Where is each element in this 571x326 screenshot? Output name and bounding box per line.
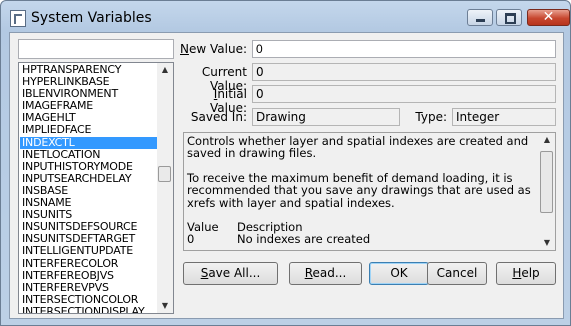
ok-button[interactable]: OK — [369, 262, 429, 285]
minimize-icon — [476, 19, 485, 22]
variable-list-item[interactable]: IMAGEHLT — [20, 112, 158, 124]
type-label: Type: — [415, 110, 447, 124]
type-field: Integer — [452, 108, 556, 126]
scroll-down-icon[interactable]: ▼ — [539, 236, 555, 250]
save-all-button[interactable]: Save All... — [183, 262, 278, 285]
variable-list-items: HPTRANSPARENCY HYPERLINKBASE IBLENVIRONMEN… — [20, 64, 158, 313]
variable-list-scrollbar[interactable]: ▲ ▼ — [157, 63, 173, 313]
close-icon: ✕ — [542, 9, 555, 25]
variable-list-item[interactable]: INTERFERECOLOR — [20, 258, 158, 270]
maximize-button[interactable] — [496, 9, 522, 26]
close-button[interactable]: ✕ — [527, 9, 570, 26]
variable-list-item[interactable]: HYPERLINKBASE — [20, 76, 158, 88]
system-variables-dialog: System Variables ✕ HPTRANSPARENCY HYPERLI… — [0, 0, 571, 326]
new-value-label: New Value: — [180, 42, 247, 56]
variable-list-item[interactable]: INSBASE — [20, 185, 158, 197]
variable-search-input[interactable] — [18, 39, 174, 59]
variable-list-item[interactable]: INTERFEREVPVS — [20, 282, 158, 294]
variable-list-item[interactable]: INPUTSEARCHDELAY — [20, 173, 158, 185]
variable-list-item[interactable]: INPUTHISTORYMODE — [20, 161, 158, 173]
variable-list-item[interactable]: IBLENVIRONMENT — [20, 88, 158, 100]
app-icon — [10, 10, 26, 27]
description-paragraph: Controls whether layer and spatial index… — [187, 134, 529, 161]
window-title: System Variables — [31, 10, 152, 26]
description-scrollbar[interactable]: ▲ ▼ — [539, 133, 555, 250]
variable-list-item[interactable]: HPTRANSPARENCY — [20, 64, 158, 76]
variable-list-item[interactable]: INTERFEREOBJVS — [20, 270, 158, 282]
variable-list-item[interactable]: INTERSECTIONCOLOR — [20, 294, 158, 306]
maximize-icon — [505, 13, 516, 24]
value-table: Value Description 0 No indexes are creat… — [187, 221, 370, 247]
saved-in-field: Drawing — [252, 108, 400, 126]
initial-value-field: 0 — [252, 85, 556, 103]
new-value-input[interactable] — [252, 40, 556, 58]
description-box: Controls whether layer and spatial index… — [183, 132, 556, 251]
variable-list-item[interactable]: INTERSECTIONDISPLAY — [20, 306, 158, 313]
dialog-body: HPTRANSPARENCY HYPERLINKBASE IBLENVIRONMEN… — [9, 32, 564, 319]
help-button[interactable]: Help — [496, 262, 556, 285]
saved-in-label: Saved In: — [190, 110, 247, 124]
variable-list[interactable]: HPTRANSPARENCY HYPERLINKBASE IBLENVIRONMEN… — [18, 62, 174, 314]
variable-list-item[interactable]: IMAGEFRAME — [20, 100, 158, 112]
value-cell: 0 — [187, 232, 195, 247]
variable-list-item[interactable]: INSUNITS — [20, 209, 158, 221]
description-text: Controls whether layer and spatial index… — [187, 135, 537, 221]
title-bar[interactable]: System Variables ✕ — [1, 1, 570, 33]
scroll-thumb[interactable] — [158, 166, 171, 182]
scroll-up-icon[interactable]: ▲ — [539, 133, 555, 147]
variable-list-item[interactable]: INSNAME — [20, 197, 158, 209]
description-paragraph: To receive the maximum benefit of demand… — [187, 170, 531, 210]
description-cell: No indexes are created — [237, 232, 371, 247]
variable-list-item[interactable]: INSUNITSDEFSOURCE — [20, 221, 158, 233]
variable-list-item[interactable]: IMPLIEDFACE — [20, 124, 158, 136]
cancel-button[interactable]: Cancel — [427, 262, 487, 285]
scroll-thumb[interactable] — [540, 151, 553, 213]
variable-list-item[interactable]: INETLOCATION — [20, 149, 158, 161]
variable-list-item[interactable]: INSUNITSDEFTARGET — [20, 233, 158, 245]
variable-list-item[interactable]: INDEXCTL — [20, 136, 158, 149]
minimize-button[interactable] — [467, 9, 493, 26]
variable-list-item[interactable]: INTELLIGENTUPDATE — [20, 245, 158, 257]
scroll-down-icon[interactable]: ▼ — [157, 299, 173, 313]
value-table-row: 0 No indexes are created — [187, 232, 370, 247]
read-button[interactable]: Read... — [289, 262, 362, 285]
current-value-field: 0 — [252, 63, 556, 81]
